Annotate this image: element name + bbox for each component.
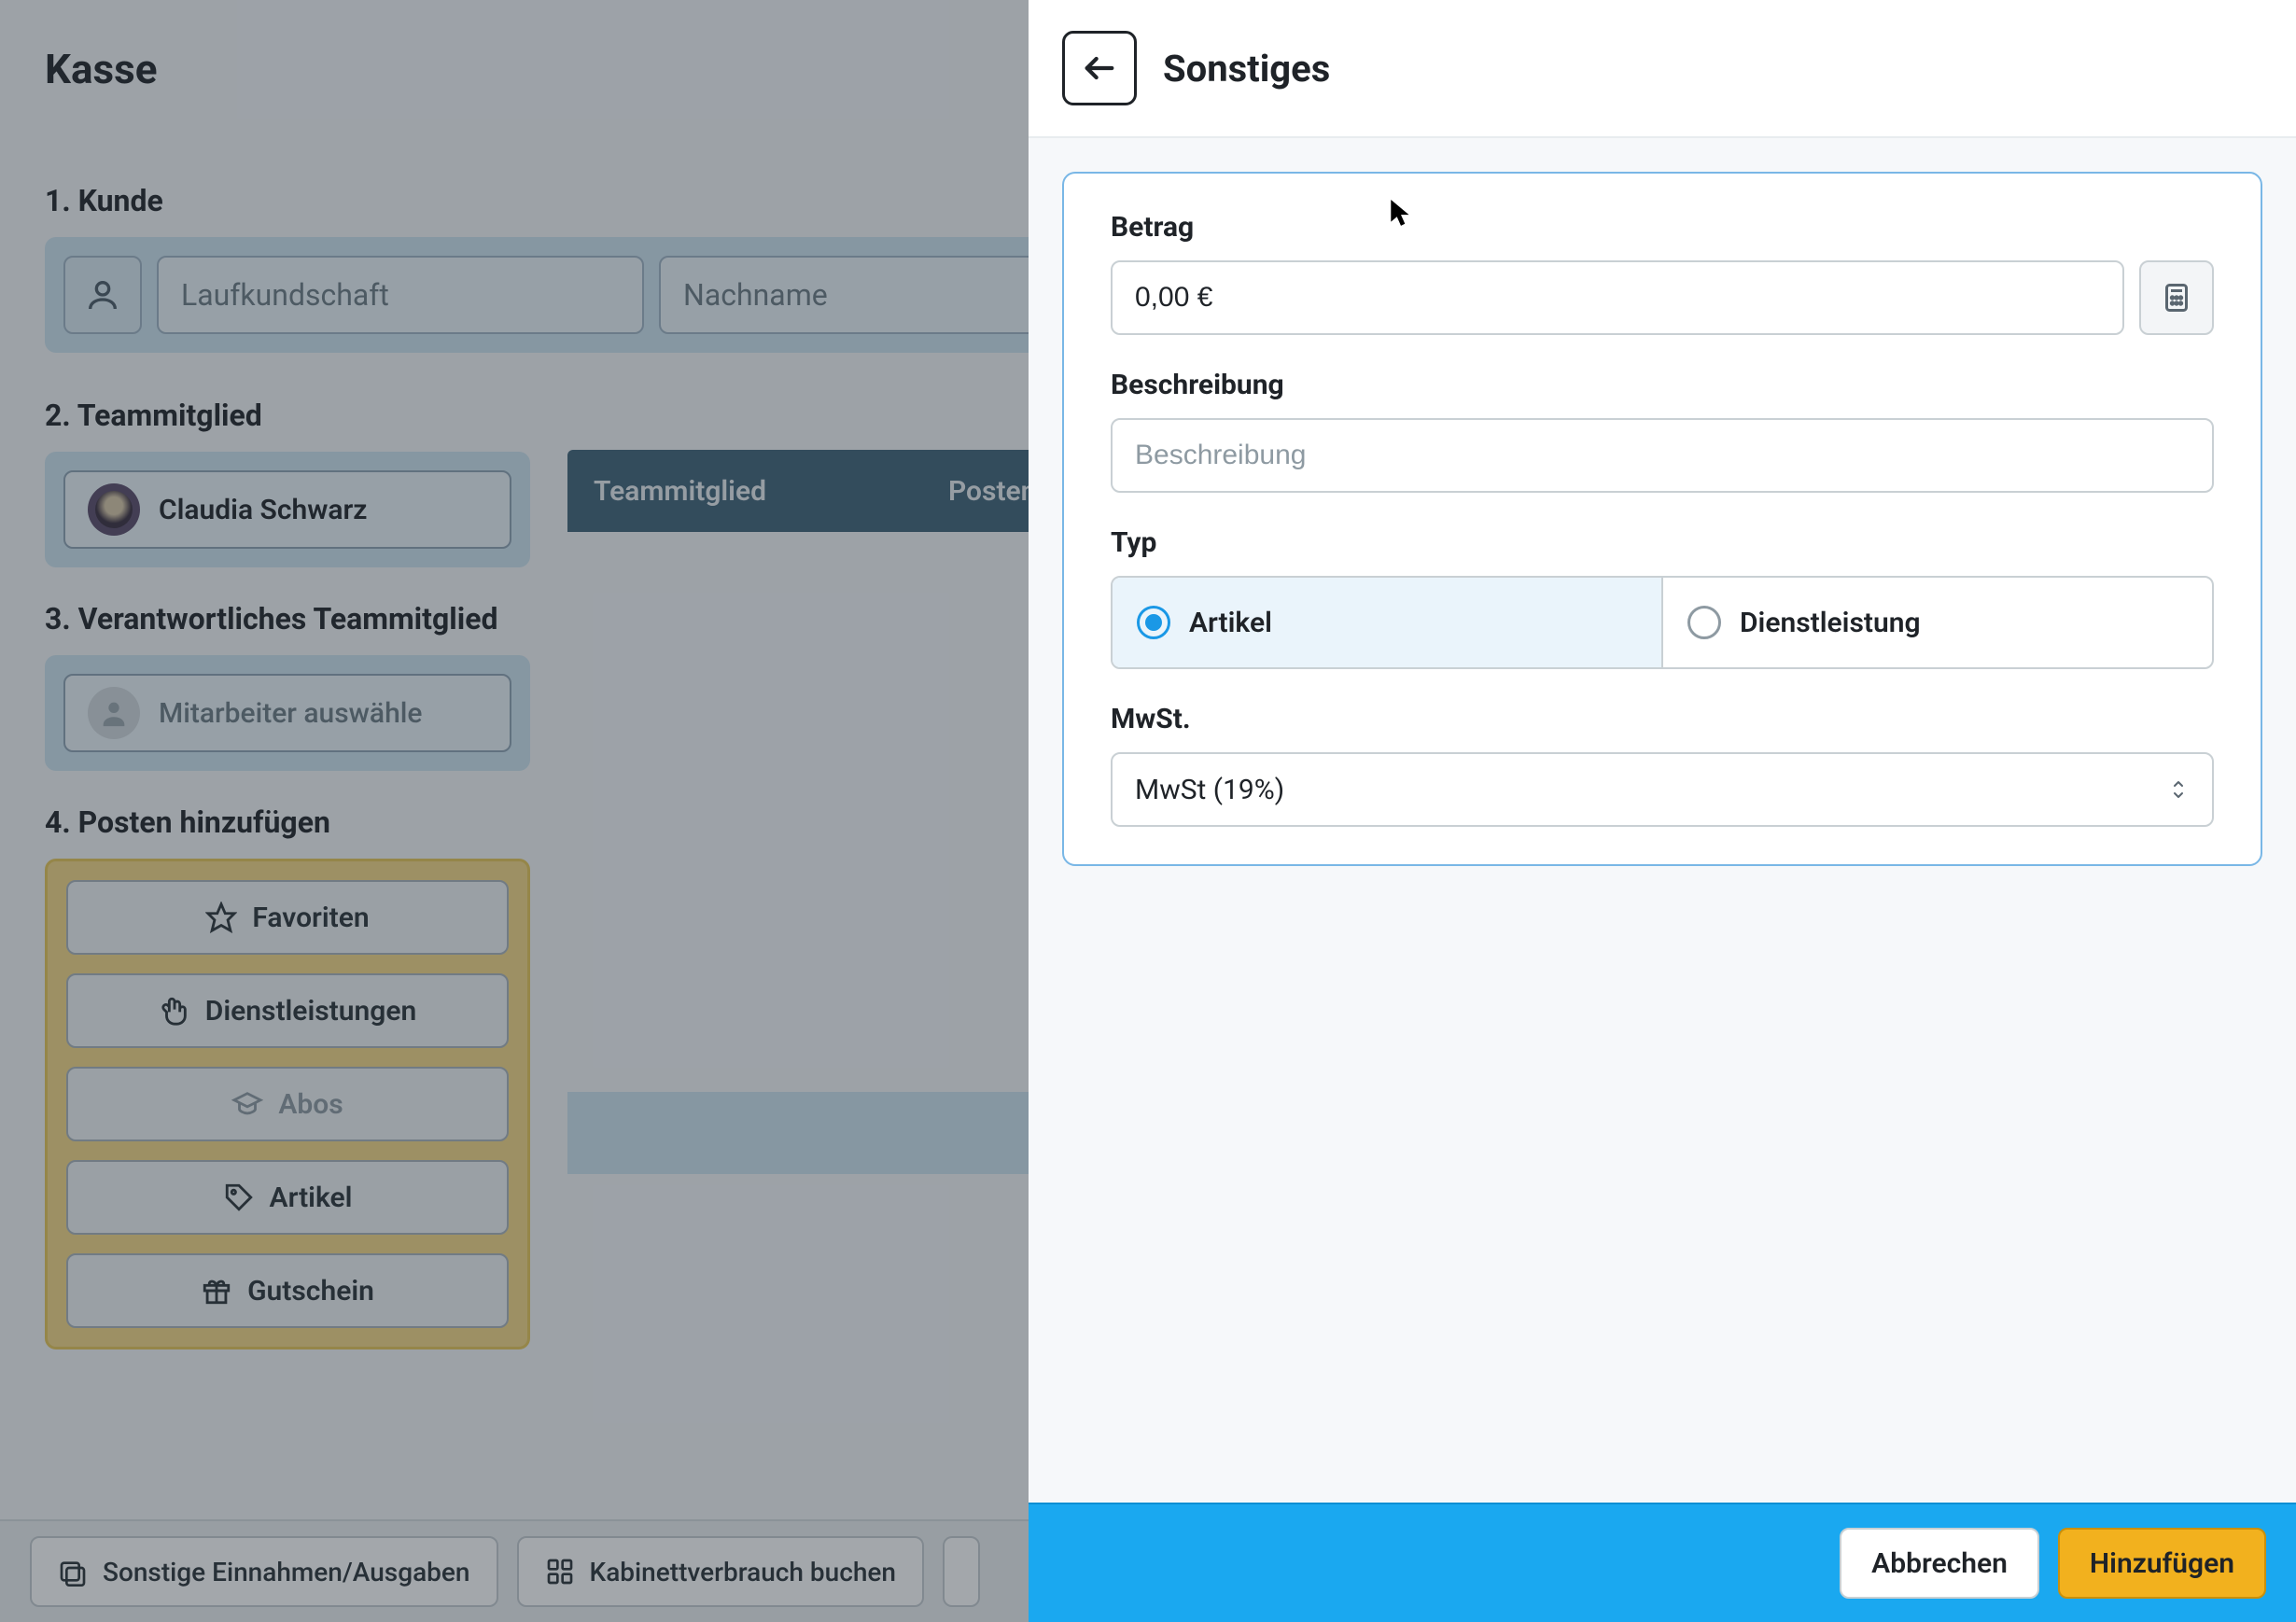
- mwst-select[interactable]: MwSt (19%): [1111, 752, 2214, 827]
- calculator-icon: [2160, 281, 2193, 315]
- typ-artikel-radio[interactable]: Artikel: [1113, 578, 1661, 667]
- side-panel: Sonstiges Betrag Beschreibung Typ: [1029, 0, 2296, 1622]
- betrag-input[interactable]: [1111, 260, 2124, 335]
- panel-body: Betrag Beschreibung Typ Artikel: [1029, 138, 2296, 1503]
- radio-icon: [1687, 606, 1721, 639]
- form-card: Betrag Beschreibung Typ Artikel: [1062, 172, 2262, 866]
- add-button[interactable]: Hinzufügen: [2058, 1528, 2266, 1599]
- panel-title: Sonstiges: [1163, 47, 1330, 91]
- back-button[interactable]: [1062, 31, 1137, 105]
- panel-header: Sonstiges: [1029, 0, 2296, 138]
- mwst-label: MwSt.: [1111, 703, 2214, 735]
- typ-label: Typ: [1111, 526, 2214, 559]
- typ-radio-group: Artikel Dienstleistung: [1111, 576, 2214, 669]
- mwst-value: MwSt (19%): [1135, 774, 1284, 806]
- panel-footer: Abbrechen Hinzufügen: [1029, 1503, 2296, 1622]
- radio-icon: [1137, 606, 1170, 639]
- beschreibung-input[interactable]: [1111, 418, 2214, 493]
- typ-dienstleistung-radio[interactable]: Dienstleistung: [1663, 578, 2212, 667]
- cancel-button[interactable]: Abbrechen: [1840, 1528, 2039, 1599]
- calculator-button[interactable]: [2139, 260, 2214, 335]
- betrag-label: Betrag: [1111, 211, 2214, 244]
- arrow-left-icon: [1081, 49, 1118, 87]
- chevron-sort-icon: [2167, 776, 2190, 803]
- beschreibung-label: Beschreibung: [1111, 369, 2214, 401]
